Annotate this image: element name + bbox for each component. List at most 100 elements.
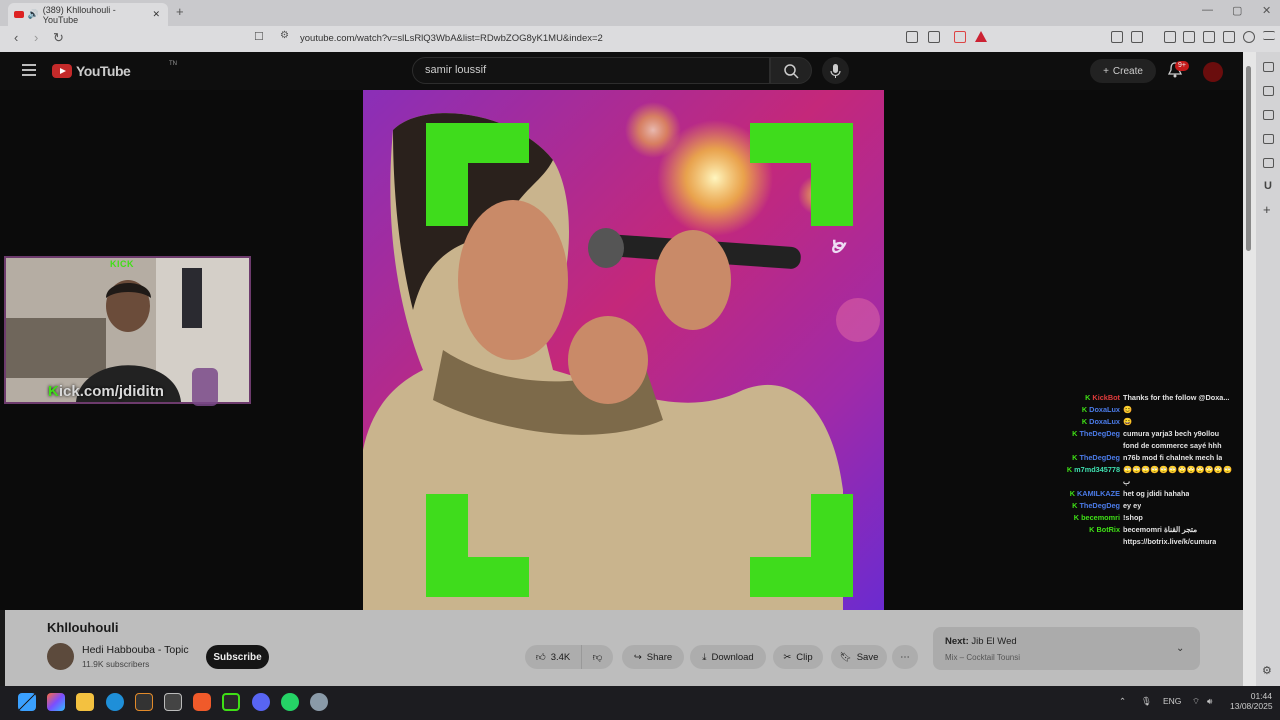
browser-tab[interactable]: 🔊 (389) Khllouhouli - YouTube ✕ bbox=[8, 3, 168, 26]
shield-icon[interactable] bbox=[1243, 31, 1255, 43]
channel-name[interactable]: Hedi Habbouba - Topic bbox=[82, 644, 189, 656]
site-settings-icon[interactable]: ⚙ bbox=[280, 30, 289, 41]
brave-icon[interactable] bbox=[193, 693, 211, 711]
hamburger-menu-icon[interactable] bbox=[22, 64, 36, 76]
sidebar-toggle-icon[interactable] bbox=[1183, 31, 1195, 43]
language-indicator[interactable]: ENG bbox=[1163, 696, 1181, 706]
brave-shield-icon[interactable] bbox=[954, 31, 966, 43]
menu-icon[interactable] bbox=[1263, 31, 1275, 40]
sidebar-wallet-icon[interactable] bbox=[1263, 86, 1274, 96]
save-playlist-icon: 🔖︎ bbox=[839, 651, 852, 663]
account-avatar[interactable] bbox=[1203, 62, 1223, 82]
screenshot-icon[interactable] bbox=[1131, 31, 1143, 43]
like-button[interactable]: 👍︎ 3.4K bbox=[525, 645, 581, 669]
search-button[interactable] bbox=[770, 57, 812, 84]
extensions-icon[interactable] bbox=[1111, 31, 1123, 43]
chat-username[interactable]: K DoxaLux bbox=[1058, 416, 1120, 428]
chat-username[interactable] bbox=[1058, 536, 1120, 548]
chevron-down-icon[interactable]: ⌄ bbox=[1176, 643, 1184, 654]
channel-avatar[interactable] bbox=[47, 643, 74, 670]
vpn-icon[interactable] bbox=[1223, 31, 1235, 43]
close-window-button[interactable]: ✕ bbox=[1262, 4, 1271, 17]
create-button[interactable]: + Create bbox=[1090, 59, 1156, 83]
new-tab-button[interactable]: + bbox=[176, 4, 184, 19]
chat-username[interactable]: K TheDegDeg bbox=[1058, 500, 1120, 512]
minimize-button[interactable]: — bbox=[1202, 4, 1213, 16]
sidebar-reading-list-icon[interactable] bbox=[1263, 158, 1274, 168]
scrollbar-thumb[interactable] bbox=[1246, 66, 1251, 251]
chat-message: fond de commerce sayé hhh bbox=[1058, 440, 1268, 452]
tray-overflow-icon[interactable]: ⌃ bbox=[1119, 696, 1126, 707]
chat-username[interactable]: K DoxaLux bbox=[1058, 404, 1120, 416]
cast-icon[interactable] bbox=[906, 31, 918, 43]
blender-icon[interactable] bbox=[135, 693, 153, 711]
edge-icon[interactable] bbox=[106, 693, 124, 711]
sidebar-reading-icon[interactable] bbox=[1263, 62, 1274, 72]
chat-username[interactable]: K m7md345778 bbox=[1058, 464, 1120, 476]
voice-search-button[interactable] bbox=[822, 57, 849, 84]
chat-username[interactable]: K BotRix bbox=[1058, 524, 1120, 536]
rewards-icon[interactable] bbox=[975, 31, 987, 42]
video-frame[interactable]: ﮬ bbox=[363, 90, 884, 610]
green-corner-tl-v bbox=[426, 123, 468, 226]
share-page-icon[interactable] bbox=[928, 31, 940, 43]
discord-icon[interactable] bbox=[252, 693, 270, 711]
store-icon[interactable] bbox=[164, 693, 182, 711]
search-input[interactable]: samir loussif bbox=[412, 57, 770, 84]
chat-username[interactable] bbox=[1058, 476, 1120, 488]
chat-message: K BotRix becemomri متجر القناة bbox=[1058, 524, 1268, 536]
speaker-icon[interactable]: 🔊 bbox=[28, 9, 39, 20]
wifi-icon[interactable]: ⌔ bbox=[1192, 696, 1200, 707]
tab-close-icon[interactable]: ✕ bbox=[152, 9, 160, 20]
url-field[interactable]: youtube.com/watch?v=slLsRlQ3WbA&list=RDw… bbox=[300, 29, 930, 49]
subscribe-button[interactable]: Subscribe bbox=[206, 645, 269, 669]
chat-message: K TheDegDeg cumura yarja3 bech y9ollou bbox=[1058, 428, 1268, 440]
chat-message: K KAMILKAZE het og jdidi hahaha bbox=[1058, 488, 1268, 500]
chat-username[interactable] bbox=[1058, 440, 1120, 452]
chat-text: ey ey bbox=[1123, 501, 1142, 510]
share-icon: ↪ bbox=[633, 651, 642, 663]
dislike-button[interactable]: 👎︎ bbox=[581, 645, 613, 669]
sidebar-add-icon[interactable]: + bbox=[1263, 202, 1271, 217]
windows-taskbar bbox=[0, 686, 1280, 720]
tray-mic-icon[interactable]: 🎙︎ bbox=[1141, 696, 1152, 707]
youtube-logo[interactable]: YouTube TN bbox=[52, 61, 177, 79]
windows-start-icon[interactable] bbox=[18, 693, 36, 711]
kick-app-icon[interactable] bbox=[222, 693, 240, 711]
reload-icon[interactable]: ↻ bbox=[53, 30, 64, 46]
chat-username[interactable]: K becemomri bbox=[1058, 512, 1120, 524]
file-explorer-icon[interactable] bbox=[76, 693, 94, 711]
wallet-icon[interactable] bbox=[1203, 31, 1215, 43]
sidebar-bookmarks-icon[interactable] bbox=[1263, 134, 1274, 144]
chat-username[interactable]: K TheDegDeg bbox=[1058, 452, 1120, 464]
maximize-button[interactable]: ▢ bbox=[1232, 4, 1242, 17]
sidebar-history-icon[interactable] bbox=[1263, 110, 1274, 120]
sidebar-settings-icon[interactable]: ⚙ bbox=[1262, 664, 1272, 677]
download-button[interactable]: ⤓ Download bbox=[690, 645, 766, 669]
volume-icon[interactable]: 🔊︎ bbox=[1207, 696, 1212, 707]
search-icon bbox=[784, 64, 799, 79]
sidebar-u-icon[interactable]: U bbox=[1264, 180, 1272, 192]
green-corner-bl-v bbox=[426, 494, 468, 597]
whatsapp-icon[interactable] bbox=[281, 693, 299, 711]
chat-username[interactable]: K KickBot bbox=[1058, 392, 1120, 404]
clip-button[interactable]: ✂ Clip bbox=[773, 645, 823, 669]
music-icon[interactable] bbox=[1164, 31, 1176, 43]
chat-text: cumura yarja3 bech y9ollou bbox=[1123, 429, 1220, 438]
share-button[interactable]: ↪ Share bbox=[622, 645, 684, 669]
clock[interactable]: 01:44 13/08/2025 bbox=[1230, 691, 1273, 711]
forward-icon[interactable]: › bbox=[34, 30, 38, 45]
up-next-card[interactable] bbox=[933, 627, 1200, 670]
bookmark-icon[interactable]: ☐ bbox=[254, 30, 264, 43]
save-button[interactable]: 🔖︎ Save bbox=[831, 645, 887, 669]
download-label: Download bbox=[711, 651, 754, 663]
back-icon[interactable]: ‹ bbox=[14, 30, 18, 45]
chat-username[interactable]: K TheDegDeg bbox=[1058, 428, 1120, 440]
copilot-icon[interactable] bbox=[47, 693, 65, 711]
more-actions-button[interactable]: ⋯ bbox=[892, 645, 918, 669]
chat-username[interactable]: K KAMILKAZE bbox=[1058, 488, 1120, 500]
browser-tab-strip bbox=[0, 0, 1280, 26]
chat-text: 😊 bbox=[1123, 405, 1133, 414]
chat-message: K m7md345778 🙄🙄🙄🙄🙄🙄🙄🙄🙄🙄🙄🙄 bbox=[1058, 464, 1268, 476]
settings-app-icon[interactable] bbox=[310, 693, 328, 711]
